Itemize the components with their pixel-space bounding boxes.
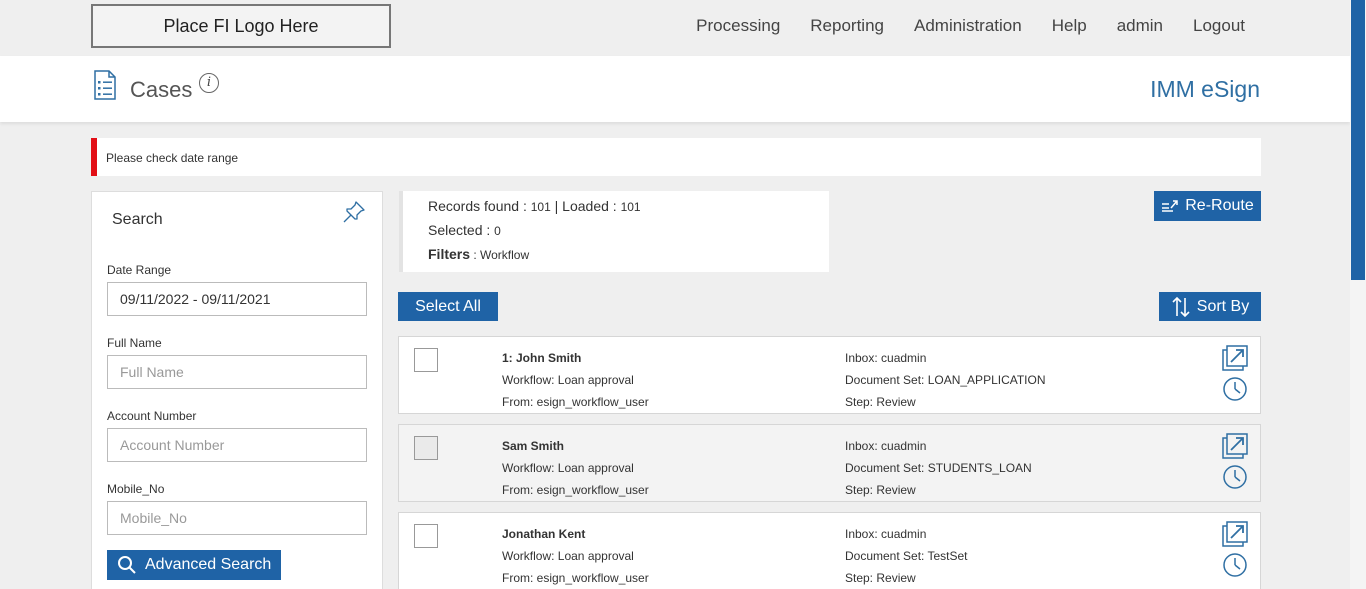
filters-value: : Workflow bbox=[470, 248, 530, 262]
case-from: From: esign_workflow_user bbox=[502, 395, 649, 409]
list-document-icon bbox=[94, 70, 116, 100]
reroute-icon bbox=[1162, 200, 1178, 212]
brand-name: IMM eSign bbox=[1150, 76, 1260, 102]
case-name: Jonathan Kent bbox=[502, 527, 586, 541]
history-clock-icon[interactable] bbox=[1222, 552, 1248, 578]
case-document-set: Document Set: LOAN_APPLICATION bbox=[845, 373, 1046, 387]
case-details: 1: John Smith Workflow: Loan approval Fr… bbox=[502, 347, 649, 413]
records-found-line: Records found : 101 | Loaded : 101 bbox=[428, 198, 641, 214]
account-number-label: Account Number bbox=[107, 409, 197, 423]
records-loaded-label: | Loaded : bbox=[550, 198, 621, 214]
case-inbox: Inbox: cuadmin bbox=[845, 439, 927, 453]
case-card[interactable]: Jonathan Kent Workflow: Loan approval Fr… bbox=[398, 512, 1261, 589]
nav-user-admin[interactable]: admin bbox=[1117, 16, 1163, 36]
search-panel: Search Date Range Full Name Account Numb… bbox=[91, 191, 383, 589]
case-meta: Inbox: cuadmin Document Set: LOAN_APPLIC… bbox=[845, 347, 1046, 413]
pin-icon[interactable] bbox=[342, 200, 366, 224]
records-found-value: 101 bbox=[530, 200, 551, 214]
filters-line: Filters : Workflow bbox=[428, 246, 529, 262]
main-nav: Processing Reporting Administration Help… bbox=[696, 16, 1245, 36]
filters-label: Filters bbox=[428, 246, 471, 262]
case-inbox: Inbox: cuadmin bbox=[845, 527, 927, 541]
nav-processing[interactable]: Processing bbox=[696, 16, 780, 36]
case-name: 1: John Smith bbox=[502, 351, 582, 365]
alert-banner: Please check date range bbox=[91, 138, 1261, 176]
case-from: From: esign_workflow_user bbox=[502, 483, 649, 497]
logo-placeholder: Place FI Logo Here bbox=[91, 4, 391, 48]
selected-line: Selected : 0 bbox=[428, 222, 501, 238]
records-found-label: Records found : bbox=[428, 198, 531, 214]
reroute-label: Re-Route bbox=[1185, 197, 1254, 214]
case-step: Step: Review bbox=[845, 395, 916, 409]
case-checkbox[interactable] bbox=[414, 436, 438, 460]
search-title: Search bbox=[112, 211, 163, 228]
case-document-set: Document Set: STUDENTS_LOAN bbox=[845, 461, 1032, 475]
open-external-icon[interactable] bbox=[1222, 433, 1248, 459]
history-clock-icon[interactable] bbox=[1222, 464, 1248, 490]
case-details: Sam Smith Workflow: Loan approval From: … bbox=[502, 435, 649, 501]
case-step: Step: Review bbox=[845, 483, 916, 497]
date-range-input[interactable] bbox=[107, 282, 367, 316]
reroute-button[interactable]: Re-Route bbox=[1154, 191, 1261, 221]
records-loaded-value: 101 bbox=[620, 200, 641, 214]
nav-help[interactable]: Help bbox=[1052, 16, 1087, 36]
full-name-label: Full Name bbox=[107, 336, 162, 350]
case-workflow: Workflow: Loan approval bbox=[502, 549, 634, 563]
page-title: Cases bbox=[130, 77, 193, 102]
case-from: From: esign_workflow_user bbox=[502, 571, 649, 585]
nav-logout[interactable]: Logout bbox=[1193, 16, 1245, 36]
open-external-icon[interactable] bbox=[1222, 345, 1248, 371]
case-document-set: Document Set: TestSet bbox=[845, 549, 968, 563]
open-external-icon[interactable] bbox=[1222, 521, 1248, 547]
case-inbox: Inbox: cuadmin bbox=[845, 351, 927, 365]
case-card[interactable]: 1: John Smith Workflow: Loan approval Fr… bbox=[398, 336, 1261, 414]
selected-value: 0 bbox=[494, 224, 501, 238]
case-name: Sam Smith bbox=[502, 439, 565, 453]
nav-administration[interactable]: Administration bbox=[914, 16, 1022, 36]
case-step: Step: Review bbox=[845, 571, 916, 585]
top-bar: Place FI Logo Here Processing Reporting … bbox=[0, 0, 1350, 56]
scrollbar-thumb[interactable] bbox=[1351, 0, 1365, 280]
advanced-search-label: Advanced Search bbox=[145, 556, 272, 573]
sort-icon bbox=[1172, 296, 1190, 317]
case-workflow: Workflow: Loan approval bbox=[502, 373, 634, 387]
history-clock-icon[interactable] bbox=[1222, 376, 1248, 402]
mobile-input[interactable] bbox=[107, 501, 367, 535]
nav-reporting[interactable]: Reporting bbox=[810, 16, 884, 36]
case-details: Jonathan Kent Workflow: Loan approval Fr… bbox=[502, 523, 649, 589]
case-checkbox[interactable] bbox=[414, 348, 438, 372]
records-summary: Records found : 101 | Loaded : 101 Selec… bbox=[399, 191, 829, 272]
case-meta: Inbox: cuadmin Document Set: TestSet Ste… bbox=[845, 523, 968, 589]
full-name-input[interactable] bbox=[107, 355, 367, 389]
sort-by-label: Sort By bbox=[1196, 297, 1250, 315]
case-meta: Inbox: cuadmin Document Set: STUDENTS_LO… bbox=[845, 435, 1032, 501]
case-checkbox[interactable] bbox=[414, 524, 438, 548]
page-header: Cases i IMM eSign bbox=[0, 56, 1350, 122]
case-workflow: Workflow: Loan approval bbox=[502, 461, 634, 475]
select-all-button[interactable]: Select All bbox=[398, 292, 498, 321]
sort-by-button[interactable]: Sort By bbox=[1159, 292, 1261, 321]
select-all-label: Select All bbox=[415, 297, 481, 315]
advanced-search-button[interactable]: Advanced Search bbox=[107, 550, 281, 580]
case-card[interactable]: Sam Smith Workflow: Loan approval From: … bbox=[398, 424, 1261, 502]
mobile-label: Mobile_No bbox=[107, 482, 165, 496]
info-icon[interactable]: i bbox=[199, 73, 219, 93]
selected-label: Selected : bbox=[428, 222, 495, 238]
date-range-label: Date Range bbox=[107, 263, 172, 277]
search-icon bbox=[118, 556, 136, 574]
account-number-input[interactable] bbox=[107, 428, 367, 462]
